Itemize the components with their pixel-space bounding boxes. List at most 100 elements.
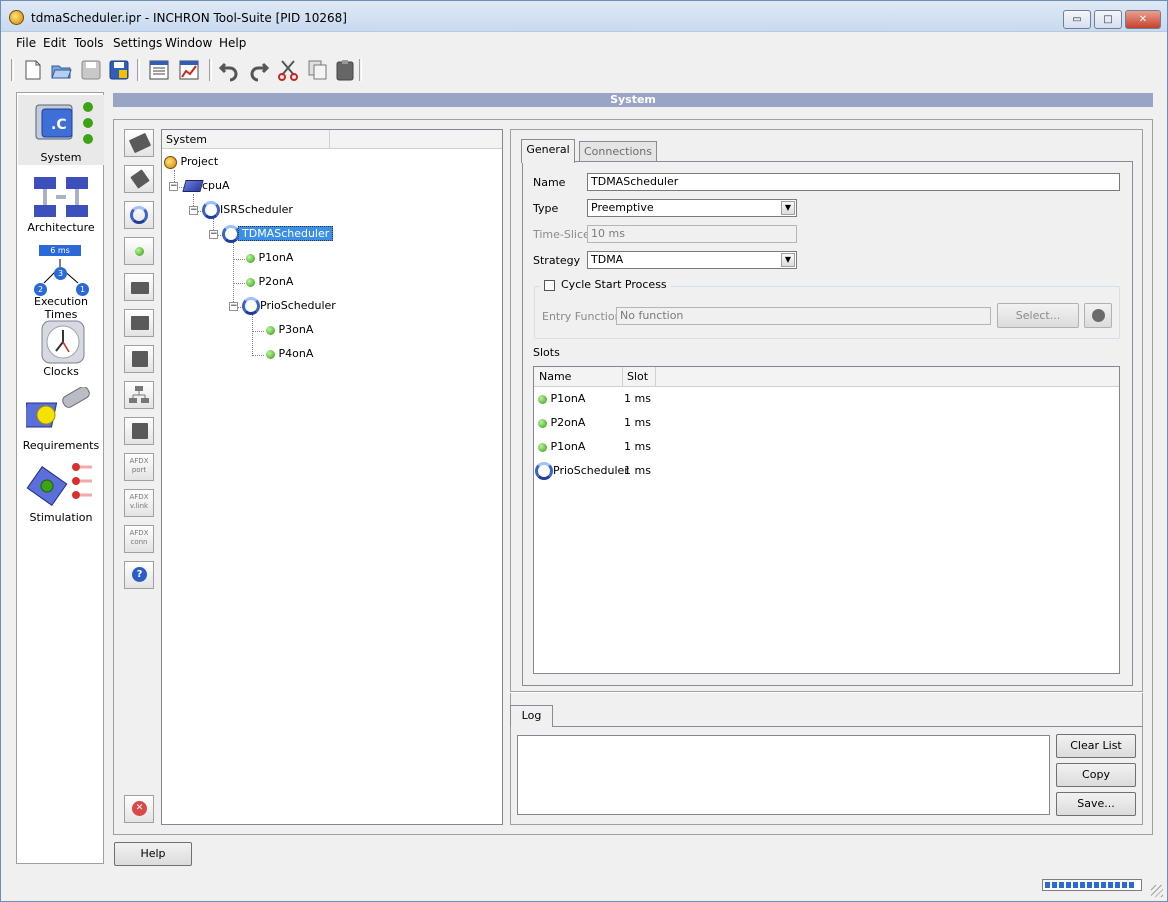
add-afdx-conn-button[interactable]: AFDX conn [124, 525, 154, 553]
clear-list-button[interactable]: Clear List [1056, 734, 1136, 758]
tab-connections[interactable]: Connections [579, 141, 657, 163]
nav-label-architecture: Architecture [27, 221, 95, 234]
add-bus-button[interactable] [124, 345, 154, 373]
menu-file[interactable]: File [16, 36, 36, 50]
log-list[interactable] [517, 735, 1050, 815]
entry-function-label: Entry Function [542, 310, 622, 323]
tree-node-isr-scheduler[interactable]: ISRScheduler [202, 201, 293, 219]
nav-item-clocks[interactable]: Clocks [18, 311, 104, 381]
menu-bar: File Edit Tools Settings Window Help [1, 33, 1167, 53]
tree-node-project-label: Project [180, 155, 219, 168]
delete-button[interactable]: ✕ [124, 795, 154, 823]
new-file-icon[interactable] [21, 58, 45, 82]
name-field[interactable]: TDMAScheduler [587, 173, 1120, 191]
tree-node-tdma-scheduler[interactable]: TDMAScheduler [222, 225, 334, 243]
save-button[interactable]: Save... [1056, 792, 1136, 816]
chevron-down-icon: ▼ [781, 253, 795, 267]
tree-node-p4-label: P4onA [278, 347, 314, 360]
splitter[interactable] [510, 691, 1143, 693]
tab-log[interactable]: Log [510, 705, 553, 727]
table-row[interactable]: P1onA 1 ms [534, 436, 1119, 458]
nav-item-execution-times[interactable]: 6 ms 3 2 1 Execution Times [18, 239, 104, 321]
help-button[interactable]: Help [114, 842, 192, 866]
process-icon [246, 277, 255, 287]
cycle-start-checkbox[interactable]: Cycle Start Process [540, 278, 671, 291]
tree-node-p3-label: P3onA [278, 323, 314, 336]
add-connector-button[interactable] [124, 165, 154, 193]
menu-help[interactable]: Help [219, 36, 246, 50]
nav-item-architecture[interactable]: Architecture [18, 167, 104, 237]
slot-row-slot: 1 ms [624, 392, 651, 405]
menu-window[interactable]: Window [165, 36, 212, 50]
tree-node-p4[interactable]: P4onA [266, 345, 313, 363]
tree-node-p2[interactable]: P2onA [246, 273, 293, 291]
save-icon[interactable] [79, 58, 103, 82]
cut-icon[interactable] [276, 58, 300, 82]
open-folder-icon[interactable] [49, 58, 73, 82]
process-icon [538, 394, 547, 404]
copy-icon[interactable] [305, 58, 329, 82]
add-component-button[interactable] [124, 129, 154, 157]
chevron-down-icon: ▼ [781, 201, 795, 215]
afdx-port-label-1: AFDX [129, 457, 149, 465]
expand-cpu-toggle[interactable]: − [169, 182, 178, 191]
slots-table-header: Name Slot [534, 367, 1119, 387]
undo-icon[interactable] [217, 58, 241, 82]
minimize-button[interactable]: ▭ [1063, 10, 1091, 29]
strategy-select[interactable]: TDMA ▼ [587, 251, 797, 269]
paste-icon[interactable] [333, 58, 357, 82]
tab-general[interactable]: General [521, 139, 575, 163]
add-afdx-vlink-button[interactable]: AFDX v.link [124, 489, 154, 517]
name-label: Name [533, 176, 566, 189]
chart-icon[interactable] [177, 58, 201, 82]
tree-node-cpu[interactable]: cpuA [182, 177, 230, 195]
add-scheduler-button[interactable] [124, 201, 154, 229]
menu-tools[interactable]: Tools [74, 36, 104, 50]
scheduler-icon [242, 297, 260, 315]
copy-button[interactable]: Copy [1056, 763, 1136, 787]
system-tree[interactable]: System − − − − Project cpuA ISRScheduler… [161, 129, 503, 825]
resize-grip-icon[interactable] [1151, 885, 1163, 897]
add-layer-button[interactable] [124, 309, 154, 337]
slots-table[interactable]: Name Slot P1onA 1 ms P2onA 1 ms P1onA 1 … [533, 366, 1120, 674]
add-block-button[interactable] [124, 273, 154, 301]
afdx-conn-label-1: AFDX [129, 529, 149, 537]
save-as-icon[interactable] [107, 58, 131, 82]
tree-node-p1[interactable]: P1onA [246, 249, 293, 267]
expand-isr-toggle[interactable]: − [189, 206, 198, 215]
menu-edit[interactable]: Edit [43, 36, 66, 50]
add-afdx-port-button[interactable]: AFDX port [124, 453, 154, 481]
requirements-icon [26, 387, 90, 428]
maximize-button[interactable]: □ [1094, 10, 1122, 29]
timeslice-field: 10 ms [587, 225, 797, 243]
redo-icon[interactable] [247, 58, 271, 82]
menu-settings[interactable]: Settings [113, 36, 162, 50]
add-memory-button[interactable] [124, 417, 154, 445]
type-select[interactable]: Preemptive ▼ [587, 199, 797, 217]
nav-label-stimulation: Stimulation [29, 511, 93, 524]
table-row[interactable]: PrioScheduler 1 ms [534, 460, 1119, 482]
help-tool-button[interactable]: ? [124, 561, 154, 589]
table-row[interactable]: P2onA 1 ms [534, 412, 1119, 434]
type-select-value: Preemptive [591, 201, 654, 214]
title-bar[interactable]: tdmaScheduler.ipr - INCHRON Tool-Suite [… [1, 1, 1167, 32]
perspective-navigator: .C System Architecture 6 ms 3 2 1 Execut… [16, 92, 104, 864]
properties-icon[interactable] [147, 58, 171, 82]
tree-node-prio-scheduler[interactable]: PrioScheduler [242, 297, 336, 315]
help-icon: ? [132, 567, 147, 582]
nav-label-clocks: Clocks [43, 365, 79, 378]
process-icon [266, 325, 275, 335]
expand-tdma-toggle[interactable]: − [209, 230, 218, 239]
nav-item-requirements[interactable]: Requirements [18, 383, 104, 453]
nav-item-stimulation[interactable]: Stimulation [18, 455, 104, 525]
nav-item-system[interactable]: .C System [18, 95, 104, 165]
app-logo-icon [9, 10, 24, 25]
add-process-button[interactable] [124, 237, 154, 265]
select-function-button: Select... [997, 303, 1079, 328]
tree-node-p3[interactable]: P3onA [266, 321, 313, 339]
add-network-button[interactable] [124, 381, 154, 409]
tree-node-project[interactable]: Project [164, 153, 218, 171]
close-button[interactable]: ✕ [1125, 10, 1161, 29]
table-row[interactable]: P1onA 1 ms [534, 388, 1119, 410]
expand-prio-toggle[interactable]: − [229, 302, 238, 311]
